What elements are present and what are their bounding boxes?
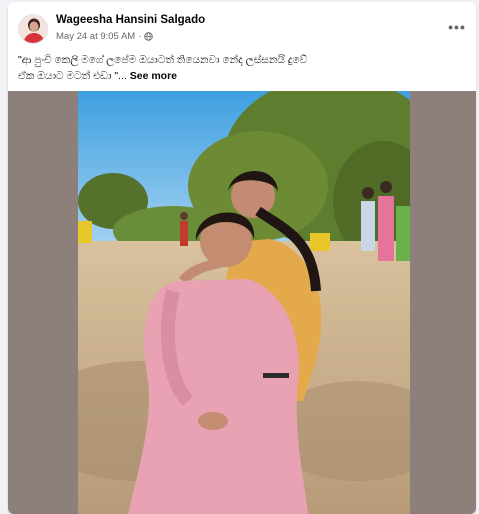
- post-caption: "ආ පුංචි කෙලි මගේ ලපේම ඔයාටත් තියෙනවා නේ…: [18, 52, 318, 84]
- see-more-link[interactable]: See more: [130, 70, 177, 82]
- avatar-image: [19, 15, 47, 43]
- post-media[interactable]: [8, 91, 476, 514]
- author-avatar[interactable]: [18, 14, 48, 44]
- globe-icon: [144, 32, 154, 41]
- post-header: Wageesha Hansini Salgado May 24 at 9:05 …: [8, 2, 476, 50]
- more-options-button[interactable]: •••: [444, 14, 470, 40]
- meta-separator: ·: [138, 31, 142, 42]
- post-meta: May 24 at 9:05 AM ·: [56, 31, 154, 42]
- post-timestamp[interactable]: May 24 at 9:05 AM: [56, 31, 135, 42]
- photo-image: [78, 91, 410, 514]
- author-name[interactable]: Wageesha Hansini Salgado: [56, 14, 205, 26]
- post-photo[interactable]: [78, 91, 410, 514]
- ellipsis-icon: •••: [448, 19, 466, 35]
- facebook-post: Wageesha Hansini Salgado May 24 at 9:05 …: [8, 2, 476, 514]
